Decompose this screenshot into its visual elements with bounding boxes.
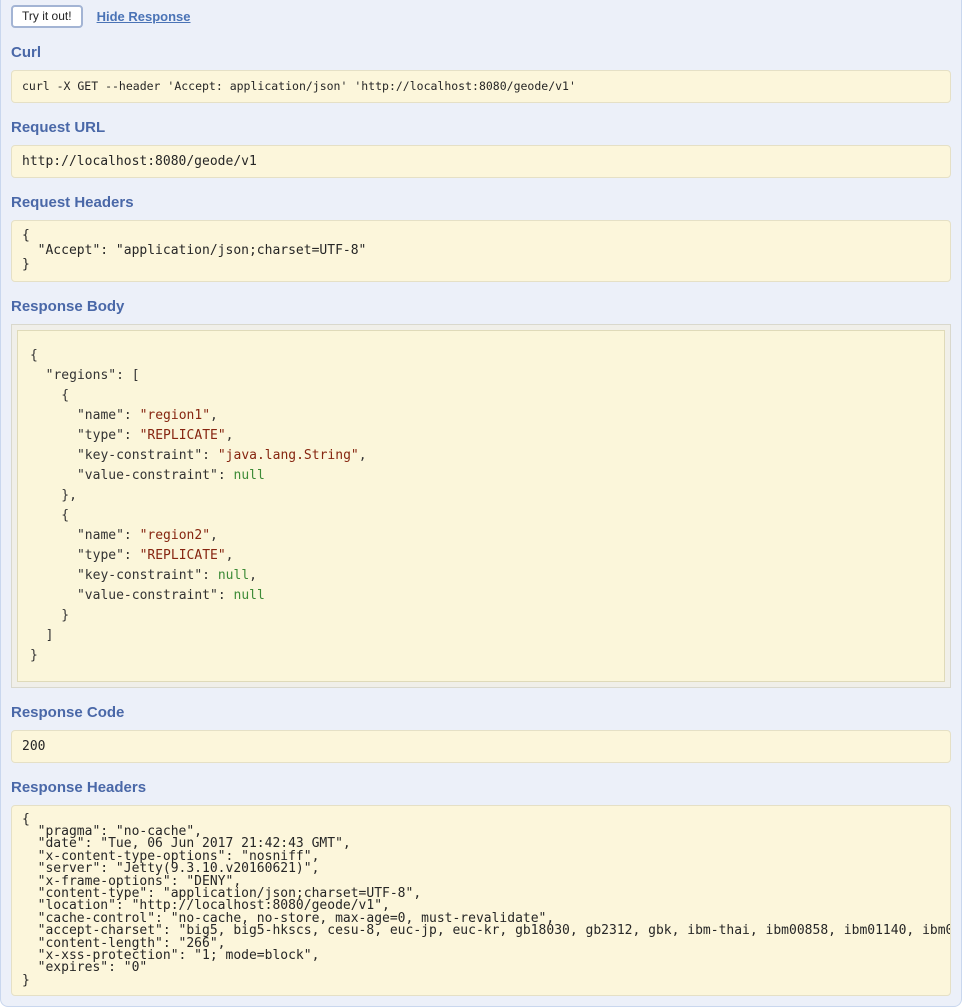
json-token: { <box>30 508 69 523</box>
json-token: "key-constraint": <box>30 568 218 583</box>
try-it-out-button[interactable]: Try it out! <box>11 5 83 28</box>
json-token: "name": <box>30 528 140 543</box>
json-token: } <box>30 608 69 623</box>
json-token: } <box>30 648 38 663</box>
request-url-heading: Request URL <box>11 119 951 137</box>
json-token: "type": <box>30 428 140 443</box>
json-token: "value-constraint": <box>30 468 234 483</box>
response-code-value: 200 <box>11 730 951 763</box>
response-body-heading: Response Body <box>11 298 951 316</box>
actions-row: Try it out! Hide Response <box>11 0 951 28</box>
json-token: { <box>30 388 69 403</box>
json-token: "value-constraint": <box>30 588 234 603</box>
json-token: , <box>210 408 218 423</box>
response-code-heading: Response Code <box>11 704 951 722</box>
request-headers-content: { "Accept": "application/json;charset=UT… <box>11 220 951 282</box>
operation-response-panel: Try it out! Hide Response Curl curl -X G… <box>0 0 962 1007</box>
response-body-container: { "regions": [ { "name": "region1", "typ… <box>11 324 951 688</box>
request-headers-heading: Request Headers <box>11 194 951 212</box>
response-headers-heading: Response Headers <box>11 779 951 797</box>
response-headers-content: { "pragma": "no-cache", "date": "Tue, 06… <box>11 805 951 997</box>
json-token: , <box>210 528 218 543</box>
request-url-value: http://localhost:8080/geode/v1 <box>11 145 951 178</box>
json-token: "regions": [ <box>30 368 140 383</box>
json-token: null <box>218 568 249 583</box>
json-token: , <box>226 548 234 563</box>
response-body-code: { "regions": [ { "name": "region1", "typ… <box>17 330 945 682</box>
json-token: "REPLICATE" <box>140 548 226 563</box>
json-token: }, <box>30 488 77 503</box>
json-token: "REPLICATE" <box>140 428 226 443</box>
json-token: "key-constraint": <box>30 448 218 463</box>
json-token: ] <box>30 628 53 643</box>
curl-heading: Curl <box>11 44 951 62</box>
json-token: "region1" <box>140 408 210 423</box>
json-token: "java.lang.String" <box>218 448 359 463</box>
hide-response-link[interactable]: Hide Response <box>97 9 191 24</box>
json-token: "type": <box>30 548 140 563</box>
json-token: { <box>30 348 38 363</box>
json-token: "region2" <box>140 528 210 543</box>
json-token: , <box>359 448 367 463</box>
curl-command: curl -X GET --header 'Accept: applicatio… <box>11 70 951 103</box>
json-token: , <box>249 568 257 583</box>
json-token: null <box>234 588 265 603</box>
json-token: , <box>226 428 234 443</box>
json-token: null <box>234 468 265 483</box>
json-token: "name": <box>30 408 140 423</box>
